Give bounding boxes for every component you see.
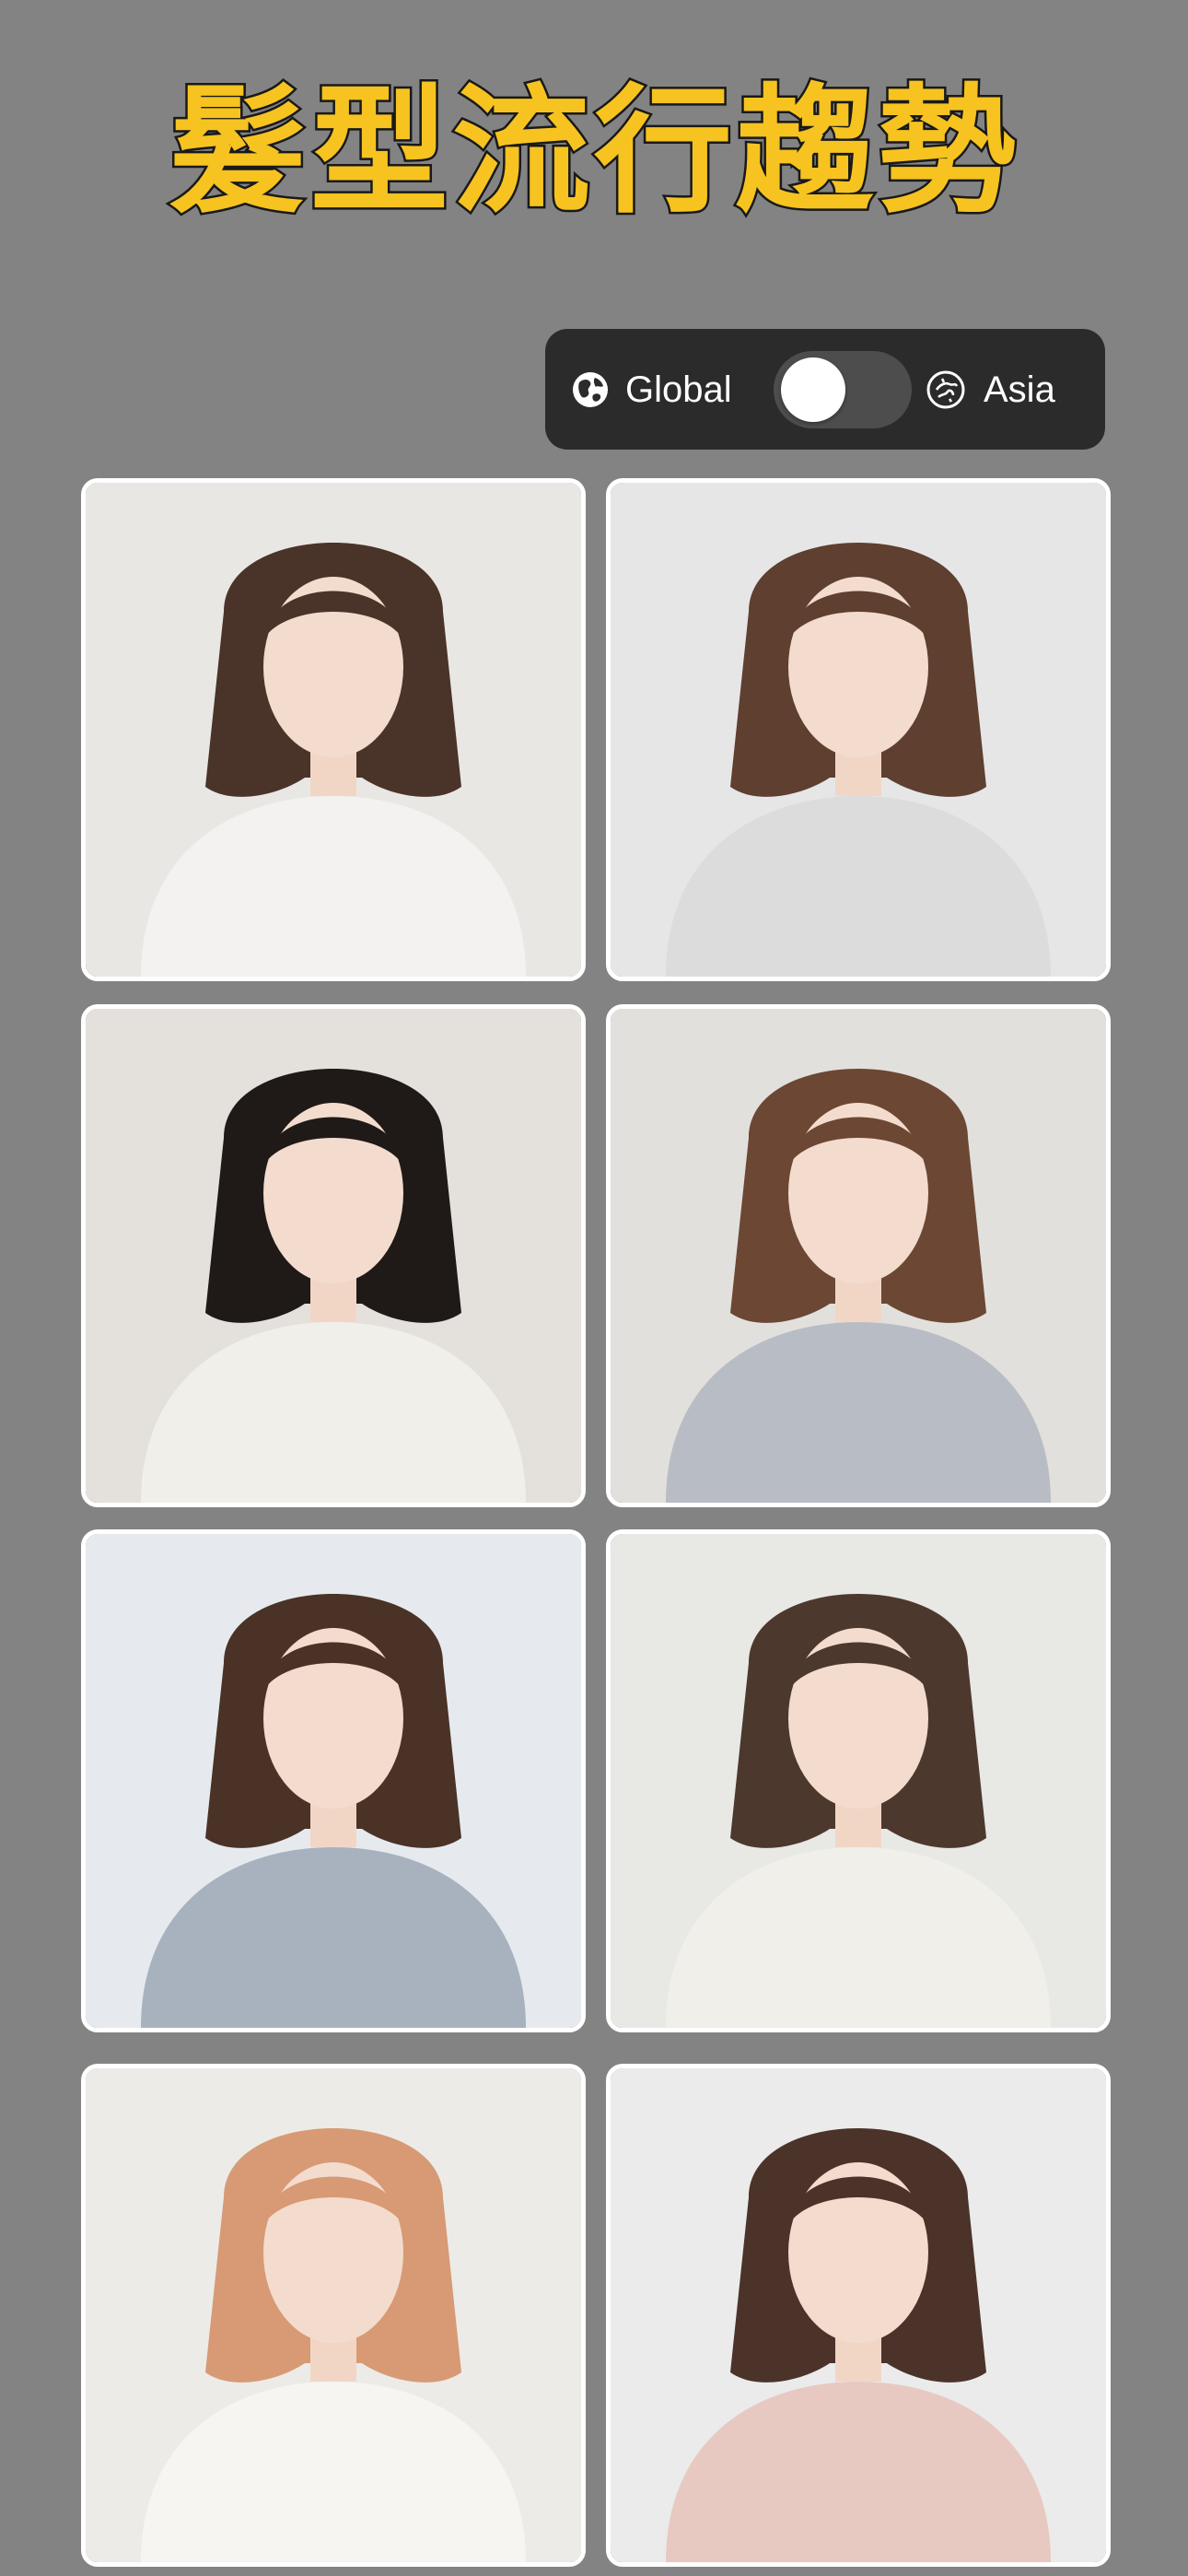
hairstyle-photo xyxy=(86,1534,581,2028)
hairstyle-card-1[interactable] xyxy=(81,478,586,981)
hairstyle-photo xyxy=(611,483,1106,977)
region-label-global[interactable]: Global xyxy=(625,362,732,417)
hairstyle-card-7[interactable] xyxy=(81,2064,586,2567)
page-title: 髮型流行趨勢 xyxy=(166,70,1019,235)
globe-icon xyxy=(573,372,608,407)
hairstyle-photo xyxy=(611,1009,1106,1503)
hairstyle-card-2[interactable] xyxy=(606,478,1111,981)
hairstyle-photo xyxy=(86,483,581,977)
asia-globe-icon xyxy=(926,370,965,409)
hairstyle-card-3[interactable] xyxy=(81,1004,586,1507)
switch-knob[interactable] xyxy=(781,357,845,422)
hairstyle-card-5[interactable] xyxy=(81,1529,586,2032)
hairstyle-card-6[interactable] xyxy=(606,1529,1111,2032)
hairstyle-card-8[interactable] xyxy=(606,2064,1111,2567)
hairstyle-photo xyxy=(611,2068,1106,2562)
region-label-asia[interactable]: Asia xyxy=(984,362,1055,417)
hairstyle-card-4[interactable] xyxy=(606,1004,1111,1507)
hairstyle-photo xyxy=(611,1534,1106,2028)
hairstyle-photo xyxy=(86,2068,581,2562)
region-switch[interactable] xyxy=(774,351,912,428)
hairstyle-photo xyxy=(86,1009,581,1503)
